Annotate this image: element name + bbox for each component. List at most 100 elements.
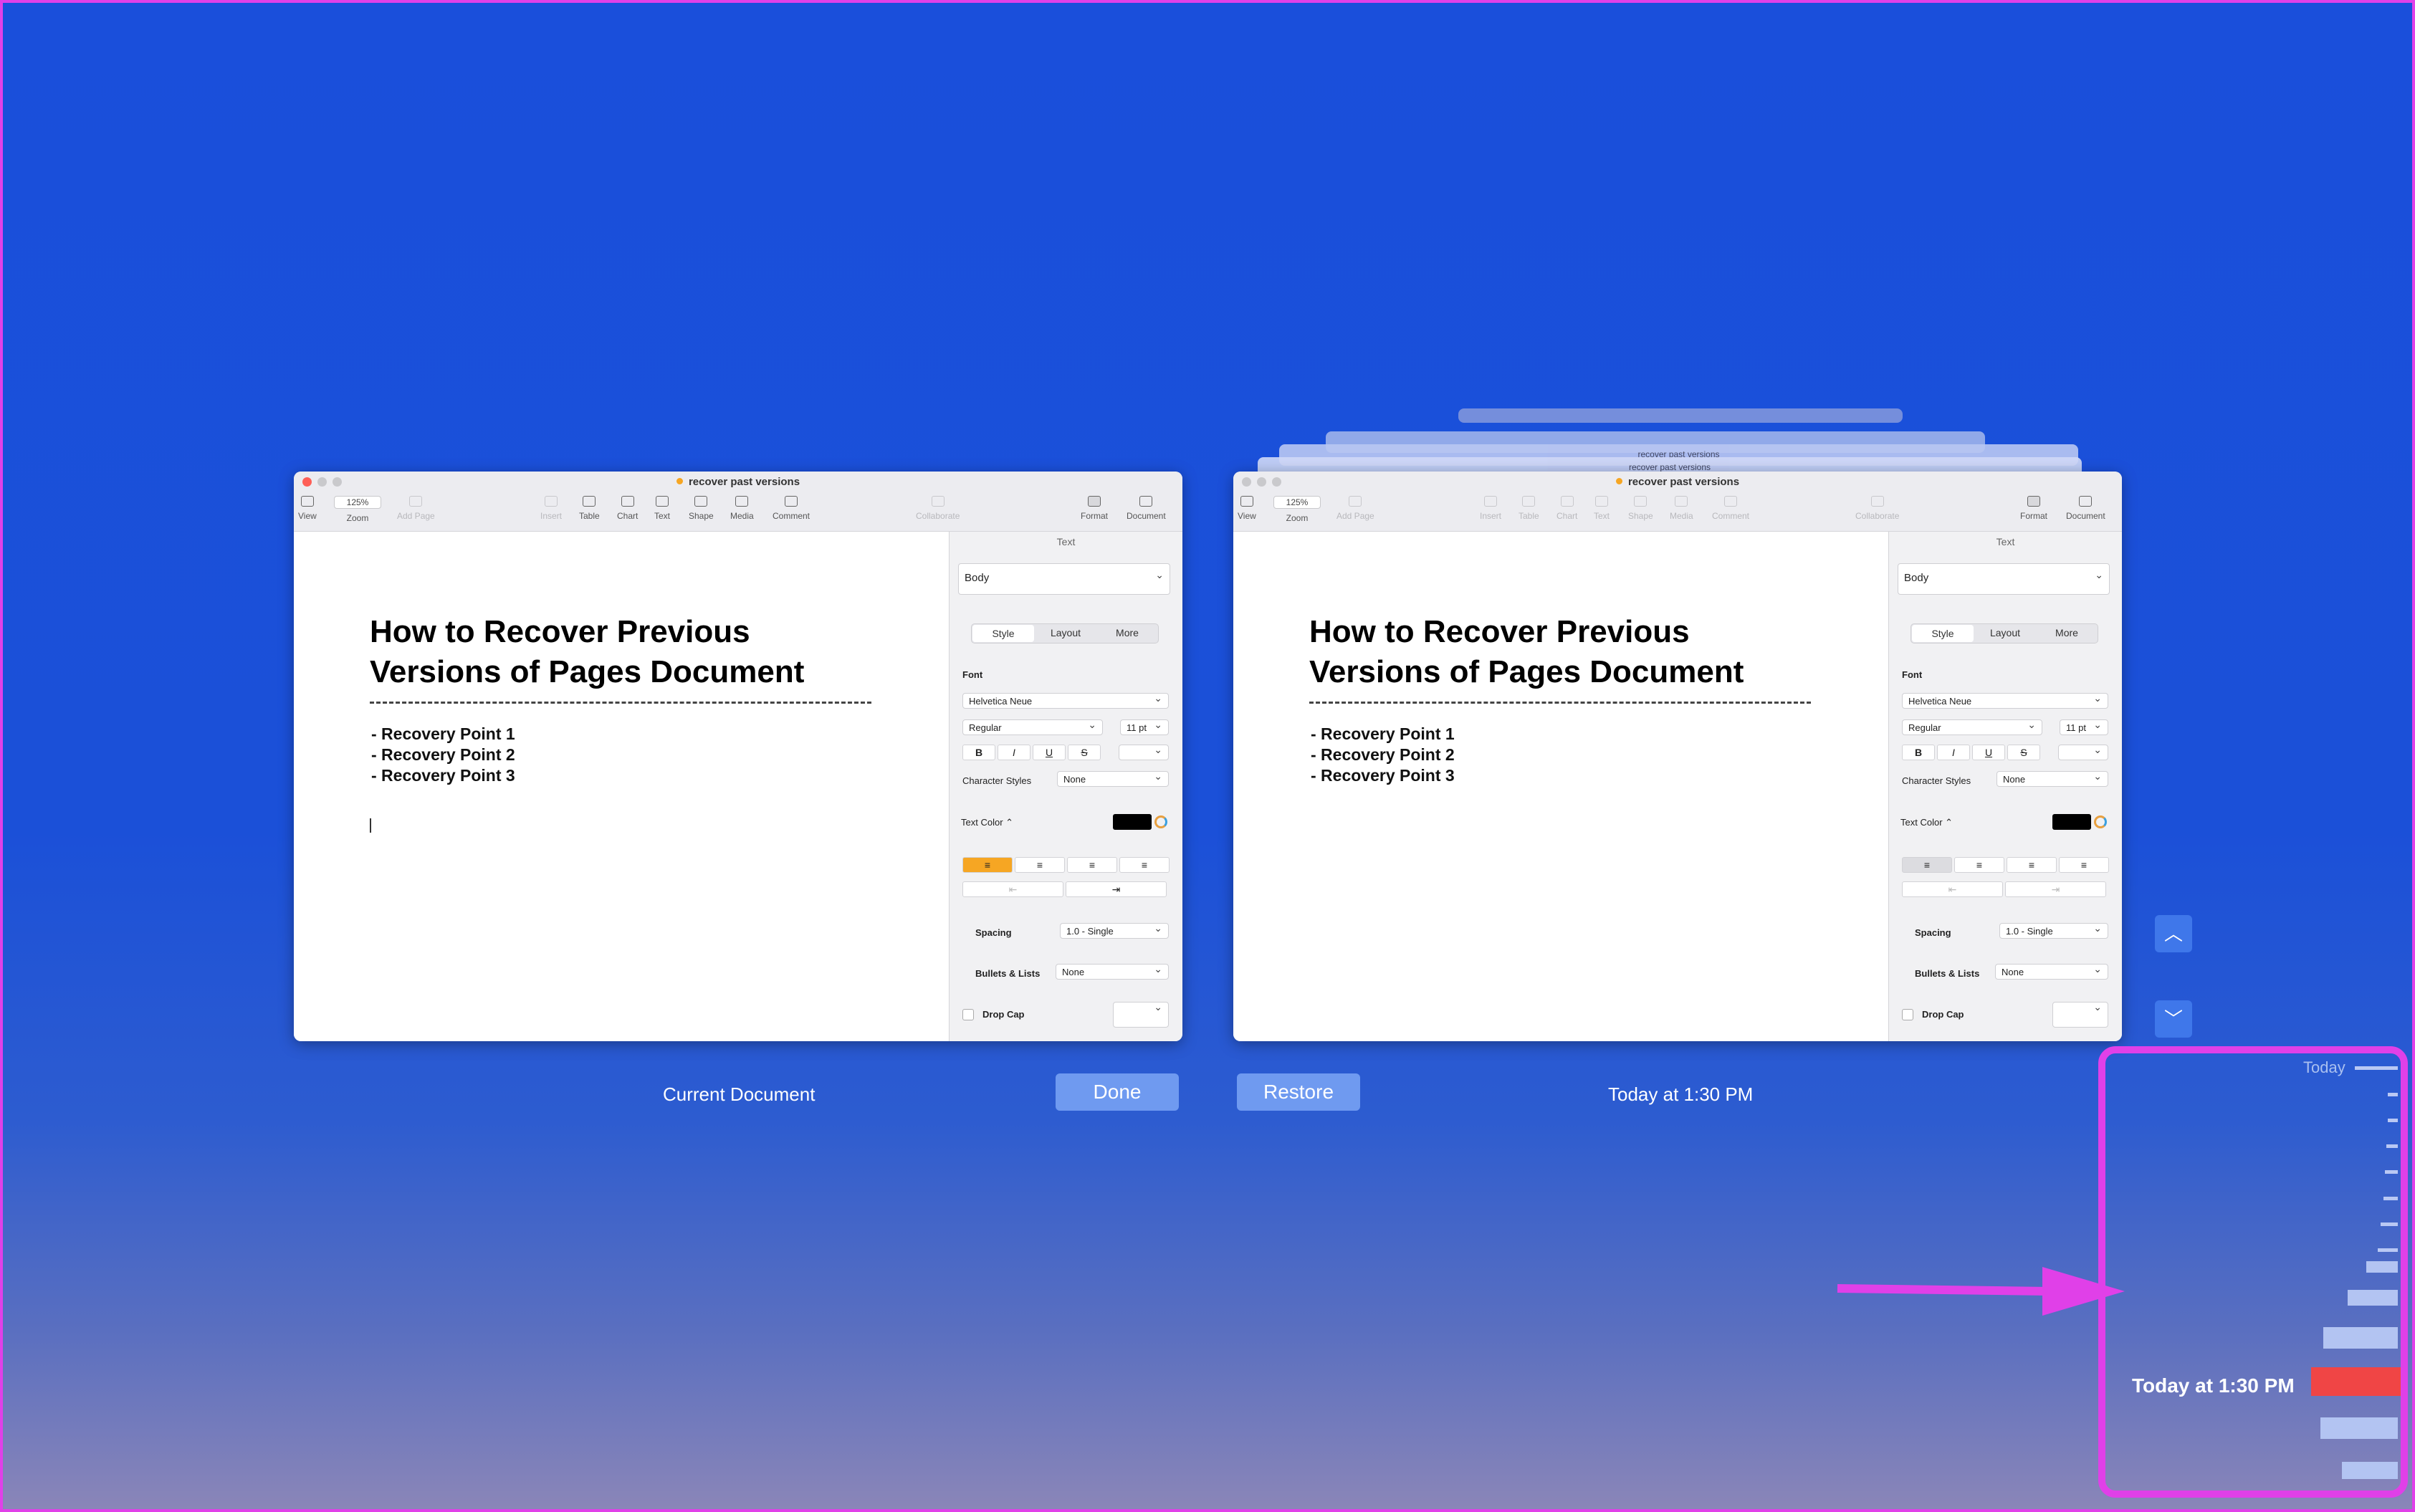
increase-indent-icon[interactable]: ⇥ (1066, 881, 1167, 897)
strikethrough-button[interactable]: S (1068, 745, 1101, 760)
comment-button[interactable]: Comment (773, 496, 810, 521)
dashed-divider (370, 702, 871, 704)
timeline-tick[interactable] (2385, 1170, 2398, 1174)
document-icon (1139, 496, 1153, 507)
bullets-lists-dropdown: None (1995, 963, 2108, 980)
add-page-icon (1349, 496, 1362, 507)
annotation-arrow-icon (1837, 1267, 2125, 1316)
bold-button[interactable]: B (962, 745, 995, 760)
list-item: - Recovery Point 2 (371, 745, 515, 764)
tab-style[interactable]: Style (972, 625, 1034, 642)
character-styles-dropdown: None (1996, 770, 2108, 787)
current-document-caption: Current Document (663, 1083, 816, 1105)
sidebar-section-title: Text (1056, 536, 1076, 547)
insert-icon (1484, 496, 1497, 507)
format-button[interactable]: Format (1081, 496, 1108, 521)
align-center-icon[interactable]: ≡ (1015, 857, 1065, 873)
collaborate-button: Collaborate (1855, 496, 1899, 521)
bullets-lists-dropdown[interactable]: None (1056, 963, 1169, 980)
list-item: - Recovery Point 1 (1311, 724, 1455, 743)
underline-button: U (1972, 745, 2005, 760)
timeline-tick[interactable] (2386, 1144, 2398, 1148)
text-button: Text (1594, 496, 1610, 521)
align-right-icon[interactable]: ≡ (1067, 857, 1117, 873)
timeline-tick[interactable] (2366, 1261, 2398, 1273)
text-box-icon (1595, 496, 1608, 507)
font-weight-dropdown[interactable]: Regular (962, 719, 1103, 735)
timeline-tick[interactable] (2348, 1290, 2398, 1306)
character-styles-dropdown[interactable]: None (1057, 770, 1169, 787)
color-wheel-icon (2094, 815, 2107, 828)
timeline-tick[interactable] (2388, 1119, 2398, 1122)
add-page-button[interactable]: Add Page (397, 496, 435, 521)
character-styles-label: Character Styles (1902, 775, 1971, 786)
underline-button[interactable]: U (1033, 745, 1066, 760)
paragraph-style-dropdown[interactable]: Body (958, 563, 1170, 595)
shape-button[interactable]: Shape (689, 496, 714, 521)
list-item: - Recovery Point 1 (371, 724, 515, 743)
indent-buttons: ⇤ ⇥ (962, 881, 1167, 897)
text-color-swatch[interactable] (1113, 814, 1152, 830)
justify-icon[interactable]: ≡ (1119, 857, 1170, 873)
chevron-up-icon[interactable]: ︿ (2155, 915, 2192, 952)
text-button[interactable]: Text (654, 496, 670, 521)
media-icon (1675, 496, 1688, 507)
text-options-gear-icon (2058, 744, 2108, 760)
drop-cap-label: Drop Cap (982, 1009, 1025, 1020)
view-button: View (1238, 496, 1256, 521)
past-version-window[interactable]: recover past versions View 125% Zoom Add … (1233, 472, 2122, 1041)
timeline-tick[interactable] (2355, 1066, 2398, 1070)
view-button[interactable]: View (298, 496, 317, 521)
drop-cap-checkbox[interactable] (962, 1009, 974, 1020)
list-item: - Recovery Point 2 (1311, 745, 1455, 764)
comment-icon (785, 496, 798, 507)
decrease-indent-icon[interactable]: ⇤ (962, 881, 1063, 897)
drop-cap-style-icon[interactable] (1113, 1001, 1169, 1028)
text-color-label[interactable]: Text Color ⌃ (961, 817, 1013, 828)
media-button[interactable]: Media (730, 496, 754, 521)
font-name-dropdown[interactable]: Helvetica Neue (962, 692, 1169, 709)
spacing-dropdown[interactable]: 1.0 - Single (1060, 922, 1169, 939)
table-button: Table (1519, 496, 1539, 521)
zoom-control[interactable]: 125% Zoom (334, 496, 381, 523)
timeline-tick[interactable] (2381, 1222, 2398, 1226)
document-heading: How to Recover Previous Versions of Pages… (370, 614, 805, 689)
timeline-tick[interactable] (2323, 1327, 2398, 1349)
chart-icon (1560, 496, 1574, 507)
chevron-down-icon[interactable]: ﹀ (2155, 1000, 2192, 1038)
comment-button: Comment (1712, 496, 1749, 521)
stacked-window (1458, 408, 1903, 423)
font-size-stepper[interactable]: 11 pt (1120, 719, 1169, 735)
color-wheel-icon[interactable] (1154, 815, 1167, 828)
italic-button[interactable]: I (998, 745, 1030, 760)
chart-button[interactable]: Chart (617, 496, 638, 521)
done-button[interactable]: Done (1056, 1073, 1179, 1111)
titlebar: recover past versions View 125% Zoom Add … (294, 472, 1182, 532)
collaborate-button[interactable]: Collaborate (916, 496, 960, 521)
timeline-tick[interactable] (2342, 1462, 2398, 1479)
timeline-tick[interactable] (2320, 1417, 2398, 1439)
character-styles-label: Character Styles (962, 775, 1032, 786)
table-button[interactable]: Table (579, 496, 600, 521)
tab-more[interactable]: More (1096, 624, 1158, 643)
current-document-window[interactable]: recover past versions View 125% Zoom Add … (294, 472, 1182, 1041)
align-left-icon[interactable]: ≡ (962, 857, 1013, 873)
document-canvas[interactable]: How to Recover Previous Versions of Pages… (294, 532, 949, 1041)
insert-button[interactable]: Insert (540, 496, 562, 521)
recovery-list: - Recovery Point 1 - Recovery Point 2 - … (1311, 724, 1455, 786)
timeline-tick[interactable] (2378, 1248, 2398, 1252)
document-button[interactable]: Document (1127, 496, 1166, 521)
timeline-current-label: Today at 1:30 PM (2132, 1374, 2295, 1397)
dashed-divider (1309, 702, 1811, 704)
spacing-label[interactable]: Spacing (975, 927, 1012, 938)
timeline-selected-version[interactable] (2311, 1367, 2401, 1396)
collaborate-icon (1870, 496, 1884, 507)
text-options-gear-icon[interactable] (1119, 744, 1169, 760)
table-icon (1522, 496, 1536, 507)
tab-layout[interactable]: Layout (1035, 624, 1096, 643)
timeline-tick[interactable] (2388, 1093, 2398, 1096)
bullets-lists-label[interactable]: Bullets & Lists (975, 968, 1040, 979)
chart-button: Chart (1556, 496, 1577, 521)
timeline-tick[interactable] (2383, 1197, 2398, 1200)
restore-button[interactable]: Restore (1237, 1073, 1360, 1111)
